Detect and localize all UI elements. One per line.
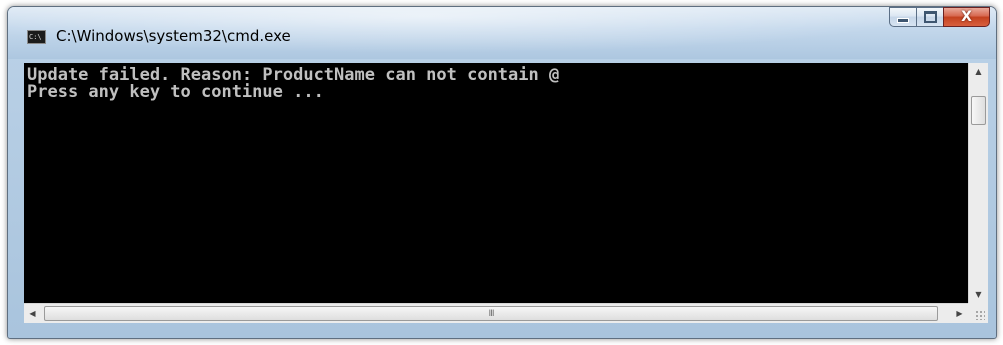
scroll-left-button[interactable]: ◀ [24, 304, 41, 323]
console-text: Update failed. Reason: ProductName can n… [24, 63, 968, 101]
cmd-window: C:\ C:\Windows\system32\cmd.exe X Update… [7, 6, 997, 339]
resize-grip-icon [975, 310, 985, 320]
resize-grip[interactable] [968, 303, 988, 323]
console-output[interactable]: Update failed. Reason: ProductName can n… [24, 63, 968, 303]
minimize-button[interactable] [889, 7, 916, 27]
scroll-right-button[interactable]: ▶ [951, 304, 968, 323]
caption-buttons: X [889, 7, 990, 27]
window-title: C:\Windows\system32\cmd.exe [56, 27, 291, 45]
close-button[interactable]: X [943, 7, 990, 27]
minimize-icon [897, 18, 909, 23]
maximize-button[interactable] [916, 7, 943, 27]
scroll-down-button[interactable]: ▼ [969, 286, 988, 303]
maximize-icon [923, 11, 937, 23]
scroll-grip-icon: III [488, 308, 495, 319]
cmd-console-icon[interactable]: C:\ [27, 30, 46, 44]
vertical-scrollbar[interactable]: ▲ ▼ [968, 63, 988, 303]
vertical-scroll-thumb[interactable] [971, 96, 986, 125]
console-line: Press any key to continue ... [27, 82, 324, 102]
scroll-up-button[interactable]: ▲ [969, 63, 988, 80]
horizontal-scrollbar[interactable]: ◀ III ▶ [24, 303, 968, 323]
close-icon: X [961, 9, 972, 25]
horizontal-scroll-thumb[interactable]: III [44, 306, 938, 321]
title-bar[interactable]: C:\ C:\Windows\system32\cmd.exe X [8, 7, 996, 59]
